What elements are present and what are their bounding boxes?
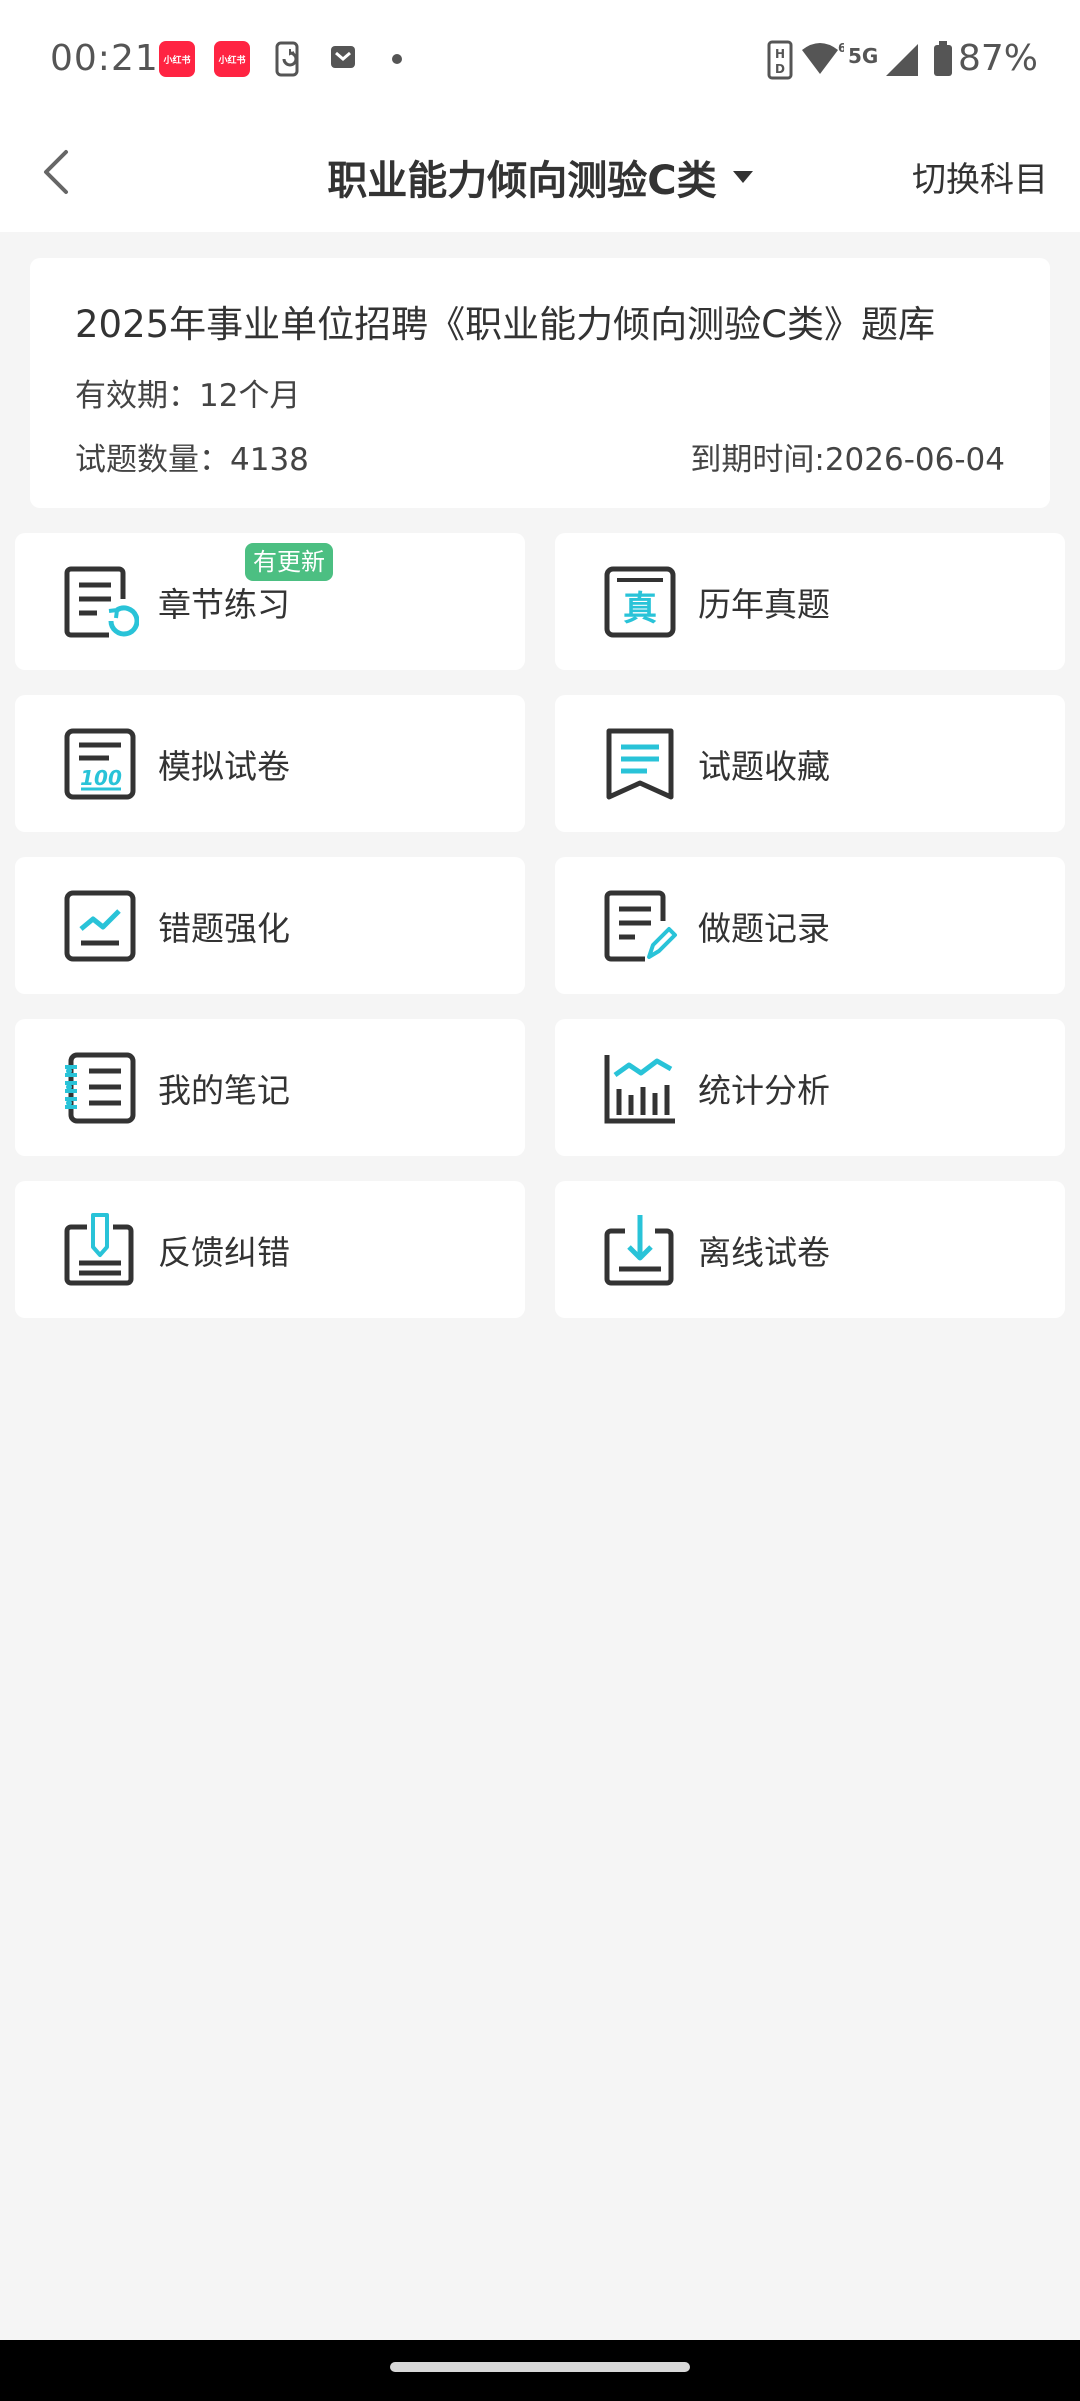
question-bank-title: 2025年事业单位招聘《职业能力倾向测验C类》题库: [75, 303, 935, 346]
menu-label: 试题收藏: [698, 747, 830, 786]
svg-text:H: H: [775, 47, 785, 61]
mock-paper-tile[interactable]: 100 模拟试卷: [15, 695, 525, 832]
status-time: 00:21: [50, 38, 159, 79]
signal-icon: [886, 44, 918, 76]
page-title[interactable]: 职业能力倾向测验C类: [327, 148, 716, 206]
chapter-practice-icon: [64, 566, 139, 638]
menu-label: 做题记录: [698, 909, 830, 948]
menu-label: 反馈纠错: [158, 1233, 290, 1272]
svg-text:6: 6: [838, 41, 844, 55]
past-exams-tile[interactable]: 真 历年真题: [555, 533, 1065, 670]
menu-label: 我的笔记: [158, 1071, 290, 1110]
switch-subject-button[interactable]: 切换科目: [912, 152, 1048, 201]
menu-label: 统计分析: [698, 1071, 830, 1110]
update-badge: 有更新: [245, 543, 333, 581]
xiaohongshu-app-icon: 小红书: [159, 41, 195, 77]
validity-text: 有效期：12个月: [75, 378, 301, 414]
bookmark-tile[interactable]: 试题收藏: [555, 695, 1065, 832]
feature-menu-grid: 章节练习 有更新 真 历年真题 100 模拟试卷 试题收藏 错题强化 做题记录 …: [15, 533, 1065, 1318]
question-count-text: 试题数量：4138: [75, 442, 309, 478]
status-bar: 00:21 小红书 小红书 H D 6 5G 87%: [0, 0, 1080, 120]
statistics-icon: [604, 1055, 675, 1124]
chapter-practice-tile[interactable]: 章节练习 有更新: [15, 533, 525, 670]
xiaohongshu-app-icon: 小红书: [214, 41, 250, 77]
feedback-icon: [64, 1213, 134, 1286]
phone-sync-icon: [275, 41, 299, 77]
offline-paper-tile[interactable]: 离线试卷: [555, 1181, 1065, 1318]
question-bank-info-card: 2025年事业单位招聘《职业能力倾向测验C类》题库 有效期：12个月 试题数量：…: [30, 258, 1050, 508]
mock-paper-icon: 100: [64, 728, 136, 800]
menu-label: 模拟试卷: [158, 747, 290, 786]
notes-icon: [65, 1052, 136, 1124]
menu-label: 章节练习: [158, 585, 290, 624]
wrong-questions-tile[interactable]: 错题强化: [15, 857, 525, 994]
record-tile[interactable]: 做题记录: [555, 857, 1065, 994]
notification-dot-icon: [392, 54, 402, 64]
record-icon: [604, 890, 677, 962]
expiry-date-text: 到期时间:2026-06-04: [690, 442, 1005, 478]
gesture-handle[interactable]: [390, 2362, 690, 2372]
system-navigation-bar: [0, 2340, 1080, 2401]
svg-text:100: 100: [80, 766, 122, 790]
svg-text:D: D: [775, 62, 785, 76]
wrong-questions-icon: [64, 890, 136, 962]
statistics-tile[interactable]: 统计分析: [555, 1019, 1065, 1156]
menu-label: 错题强化: [158, 909, 290, 948]
feedback-tile[interactable]: 反馈纠错: [15, 1181, 525, 1318]
menu-label: 历年真题: [698, 585, 830, 624]
mail-icon: [331, 46, 355, 68]
wifi-icon: 6: [802, 41, 844, 74]
menu-label: 离线试卷: [698, 1233, 830, 1272]
network-type-label: 5G: [848, 44, 879, 68]
notes-tile[interactable]: 我的笔记: [15, 1019, 525, 1156]
bookmark-icon: [606, 728, 674, 800]
svg-text:真: 真: [623, 589, 657, 629]
past-exams-icon: 真: [604, 566, 676, 638]
caret-down-icon[interactable]: [732, 171, 753, 183]
download-icon: [604, 1215, 674, 1286]
top-nav-bar: 职业能力倾向测验C类 切换科目: [0, 120, 1080, 232]
battery-icon: [934, 41, 952, 76]
battery-percent: 87%: [958, 38, 1039, 79]
hd-icon: H D: [767, 40, 793, 80]
